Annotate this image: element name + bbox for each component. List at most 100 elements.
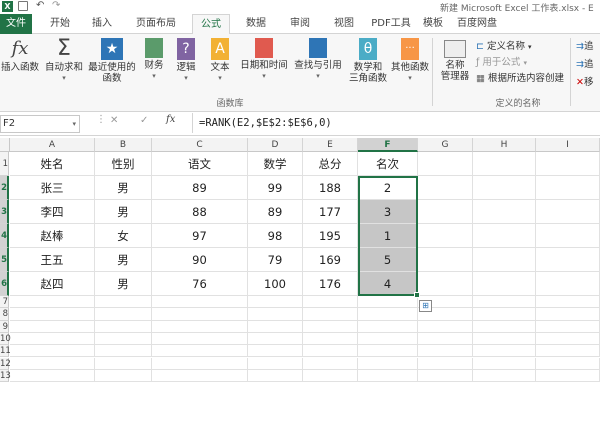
table-cell[interactable]: 4 — [358, 272, 418, 296]
empty-cell[interactable] — [418, 224, 473, 248]
worksheet-grid[interactable]: A B C D E F G H I 1 2 3 4 5 6 7 8 9 10 11 12 13 姓名 性别 语文 数学 总分 名次 张三… — [0, 138, 600, 424]
empty-cell[interactable] — [152, 357, 248, 370]
cancel-icon[interactable]: ✕ — [110, 115, 118, 126]
undo-icon[interactable]: ↶ — [36, 0, 44, 11]
header-cell[interactable]: 性别 — [95, 152, 152, 176]
row-header-6[interactable]: 6 — [0, 272, 9, 296]
empty-cell[interactable] — [152, 345, 248, 358]
define-name-button[interactable]: ⊏ 定义名称 ▾ — [476, 38, 532, 52]
name-manager-button[interactable]: 名称 管理器 — [436, 40, 474, 82]
empty-cell[interactable] — [536, 248, 600, 272]
table-cell[interactable]: 169 — [303, 248, 358, 272]
empty-cell[interactable] — [536, 152, 600, 176]
date-time-button[interactable]: 日期和时间 ▾ — [238, 38, 290, 82]
table-cell[interactable]: 177 — [303, 200, 358, 224]
empty-cell[interactable] — [152, 296, 248, 309]
table-cell[interactable]: 97 — [152, 224, 248, 248]
column-header-F[interactable]: F — [358, 138, 418, 152]
use-in-formula-button[interactable]: ƒ 用于公式 ▾ — [476, 54, 527, 68]
row-header-13[interactable]: 13 — [0, 369, 11, 383]
column-header-G[interactable]: G — [418, 138, 473, 152]
create-from-selection-button[interactable]: ▦ 根据所选内容创建 — [476, 70, 564, 84]
tab-view[interactable]: 视图 — [324, 14, 364, 34]
empty-cell[interactable] — [10, 296, 95, 309]
empty-cell[interactable] — [303, 332, 358, 346]
empty-cell[interactable] — [10, 357, 95, 370]
math-trig-button[interactable]: θ 数学和 三角函数 — [346, 38, 390, 84]
table-cell[interactable]: 79 — [248, 248, 303, 272]
table-cell[interactable]: 男 — [95, 200, 152, 224]
empty-cell[interactable] — [358, 369, 418, 383]
table-cell[interactable]: 195 — [303, 224, 358, 248]
empty-cell[interactable] — [418, 272, 473, 296]
empty-cell[interactable] — [473, 369, 536, 383]
empty-cell[interactable] — [248, 345, 303, 358]
empty-cell[interactable] — [418, 200, 473, 224]
tab-formulas[interactable]: 公式 — [192, 14, 230, 34]
column-header-C[interactable]: C — [152, 138, 248, 152]
empty-cell[interactable] — [418, 332, 473, 346]
header-cell[interactable]: 总分 — [303, 152, 358, 176]
table-cell[interactable]: 2 — [358, 176, 418, 200]
row-header-8[interactable]: 8 — [0, 308, 9, 321]
empty-cell[interactable] — [358, 320, 418, 333]
column-header-H[interactable]: H — [473, 138, 536, 152]
empty-cell[interactable] — [536, 224, 600, 248]
empty-cell[interactable] — [95, 345, 152, 358]
empty-cell[interactable] — [95, 296, 152, 309]
row-header-12[interactable]: 12 — [0, 357, 11, 370]
empty-cell[interactable] — [473, 176, 536, 200]
empty-cell[interactable] — [473, 296, 536, 309]
tab-page-layout[interactable]: 页面布局 — [126, 14, 186, 34]
empty-cell[interactable] — [248, 332, 303, 346]
empty-cell[interactable] — [536, 296, 600, 309]
row-header-3[interactable]: 3 — [0, 200, 9, 224]
column-header-A[interactable]: A — [10, 138, 95, 152]
enter-icon[interactable]: ✓ — [140, 115, 148, 126]
table-cell[interactable]: 76 — [152, 272, 248, 296]
empty-cell[interactable] — [473, 152, 536, 176]
autofill-options-icon[interactable]: ⊞ — [419, 300, 432, 312]
empty-cell[interactable] — [95, 320, 152, 333]
empty-cell[interactable] — [536, 200, 600, 224]
financial-button[interactable]: 财务 ▾ — [140, 38, 168, 82]
empty-cell[interactable] — [95, 308, 152, 321]
table-cell[interactable]: 男 — [95, 176, 152, 200]
empty-cell[interactable] — [358, 332, 418, 346]
empty-cell[interactable] — [473, 272, 536, 296]
table-cell[interactable]: 5 — [358, 248, 418, 272]
empty-cell[interactable] — [418, 357, 473, 370]
empty-cell[interactable] — [536, 345, 600, 358]
table-cell[interactable]: 3 — [358, 200, 418, 224]
empty-cell[interactable] — [95, 357, 152, 370]
select-all-corner[interactable] — [0, 138, 10, 152]
empty-cell[interactable] — [418, 369, 473, 383]
tab-pdf-tools[interactable]: PDF工具 — [368, 14, 414, 34]
column-header-I[interactable]: I — [536, 138, 600, 152]
table-cell[interactable]: 99 — [248, 176, 303, 200]
lookup-reference-button[interactable]: 查找与引用 ▾ — [292, 38, 344, 82]
row-header-4[interactable]: 4 — [0, 224, 9, 248]
table-cell[interactable]: 89 — [152, 176, 248, 200]
header-cell[interactable]: 名次 — [358, 152, 418, 176]
header-cell[interactable]: 姓名 — [10, 152, 95, 176]
empty-cell[interactable] — [473, 200, 536, 224]
empty-cell[interactable] — [536, 357, 600, 370]
empty-cell[interactable] — [418, 176, 473, 200]
insert-function-icon[interactable]: fx — [166, 114, 175, 125]
tab-home[interactable]: 开始 — [40, 14, 80, 34]
table-cell[interactable]: 男 — [95, 272, 152, 296]
tab-insert[interactable]: 插入 — [82, 14, 122, 34]
table-cell[interactable]: 98 — [248, 224, 303, 248]
empty-cell[interactable] — [303, 308, 358, 321]
header-cell[interactable]: 数学 — [248, 152, 303, 176]
empty-cell[interactable] — [536, 369, 600, 383]
empty-cell[interactable] — [536, 272, 600, 296]
formula-input[interactable]: =RANK(E2,$E$2:$E$6,0) — [192, 113, 600, 133]
empty-cell[interactable] — [418, 320, 473, 333]
tab-templates[interactable]: 模板 — [418, 14, 448, 34]
empty-cell[interactable] — [95, 369, 152, 383]
empty-cell[interactable] — [358, 345, 418, 358]
empty-cell[interactable] — [473, 345, 536, 358]
empty-cell[interactable] — [303, 296, 358, 309]
